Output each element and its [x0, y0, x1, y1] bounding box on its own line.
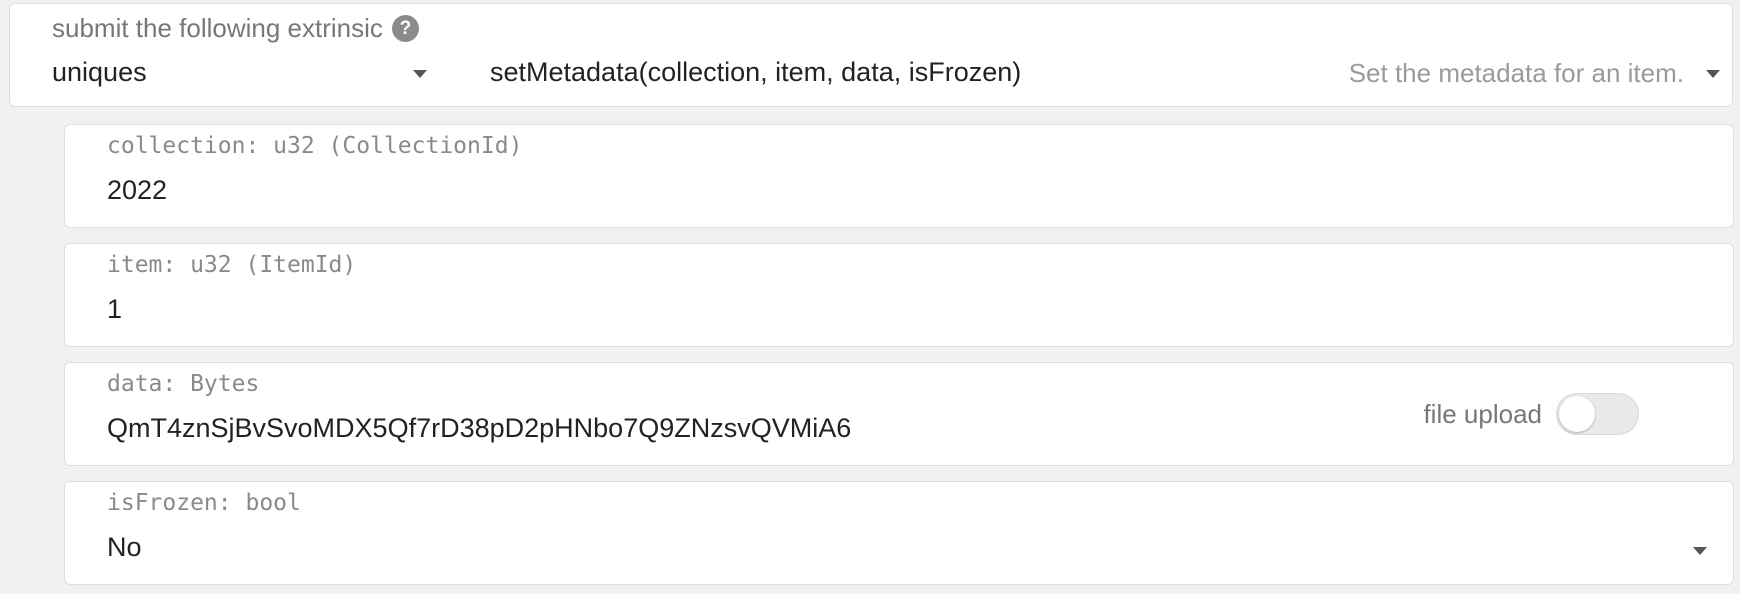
chevron-down-icon	[1693, 547, 1707, 555]
question-circle-icon[interactable]: ?	[391, 15, 419, 42]
method-value: setMetadata(collection, item, data, isFr…	[490, 57, 1022, 87]
file-upload-label: file upload	[1423, 398, 1542, 429]
file-upload-toggle-group: file upload	[1423, 393, 1639, 435]
item-param: item: u32 (ItemId) 1	[64, 243, 1734, 347]
isfrozen-value: No	[107, 532, 142, 562]
method-description: Set the metadata for an item.	[1348, 58, 1684, 88]
collection-param: collection: u32 (CollectionId) 2022	[64, 124, 1734, 228]
section-dropdown[interactable]: uniques	[52, 54, 427, 94]
file-upload-toggle[interactable]	[1556, 393, 1639, 435]
collection-input[interactable]: 2022	[107, 175, 167, 206]
chevron-down-icon	[413, 70, 427, 78]
isfrozen-label: isFrozen: bool	[107, 490, 301, 516]
extrinsic-selector: submit the following extrinsic ? uniques…	[9, 3, 1733, 107]
chevron-down-icon	[1706, 70, 1720, 78]
item-input[interactable]: 1	[107, 294, 122, 325]
collection-label: collection: u32 (CollectionId)	[107, 133, 523, 159]
isfrozen-param: isFrozen: bool No	[64, 481, 1734, 585]
extrinsic-label-row: submit the following extrinsic ?	[52, 13, 419, 44]
isfrozen-dropdown[interactable]: isFrozen: bool No	[65, 482, 1733, 584]
item-label: item: u32 (ItemId)	[107, 252, 357, 278]
toggle-knob	[1559, 396, 1595, 432]
extrinsic-label: submit the following extrinsic	[52, 13, 383, 43]
method-dropdown[interactable]: setMetadata(collection, item, data, isFr…	[490, 54, 1720, 94]
data-label: data: Bytes	[107, 371, 260, 397]
section-value: uniques	[52, 57, 147, 87]
data-input[interactable]: QmT4znSjBvSvoMDX5Qf7rD38pD2pHNbo7Q9ZNzsv…	[107, 413, 851, 444]
data-param: data: Bytes QmT4znSjBvSvoMDX5Qf7rD38pD2p…	[64, 362, 1734, 466]
